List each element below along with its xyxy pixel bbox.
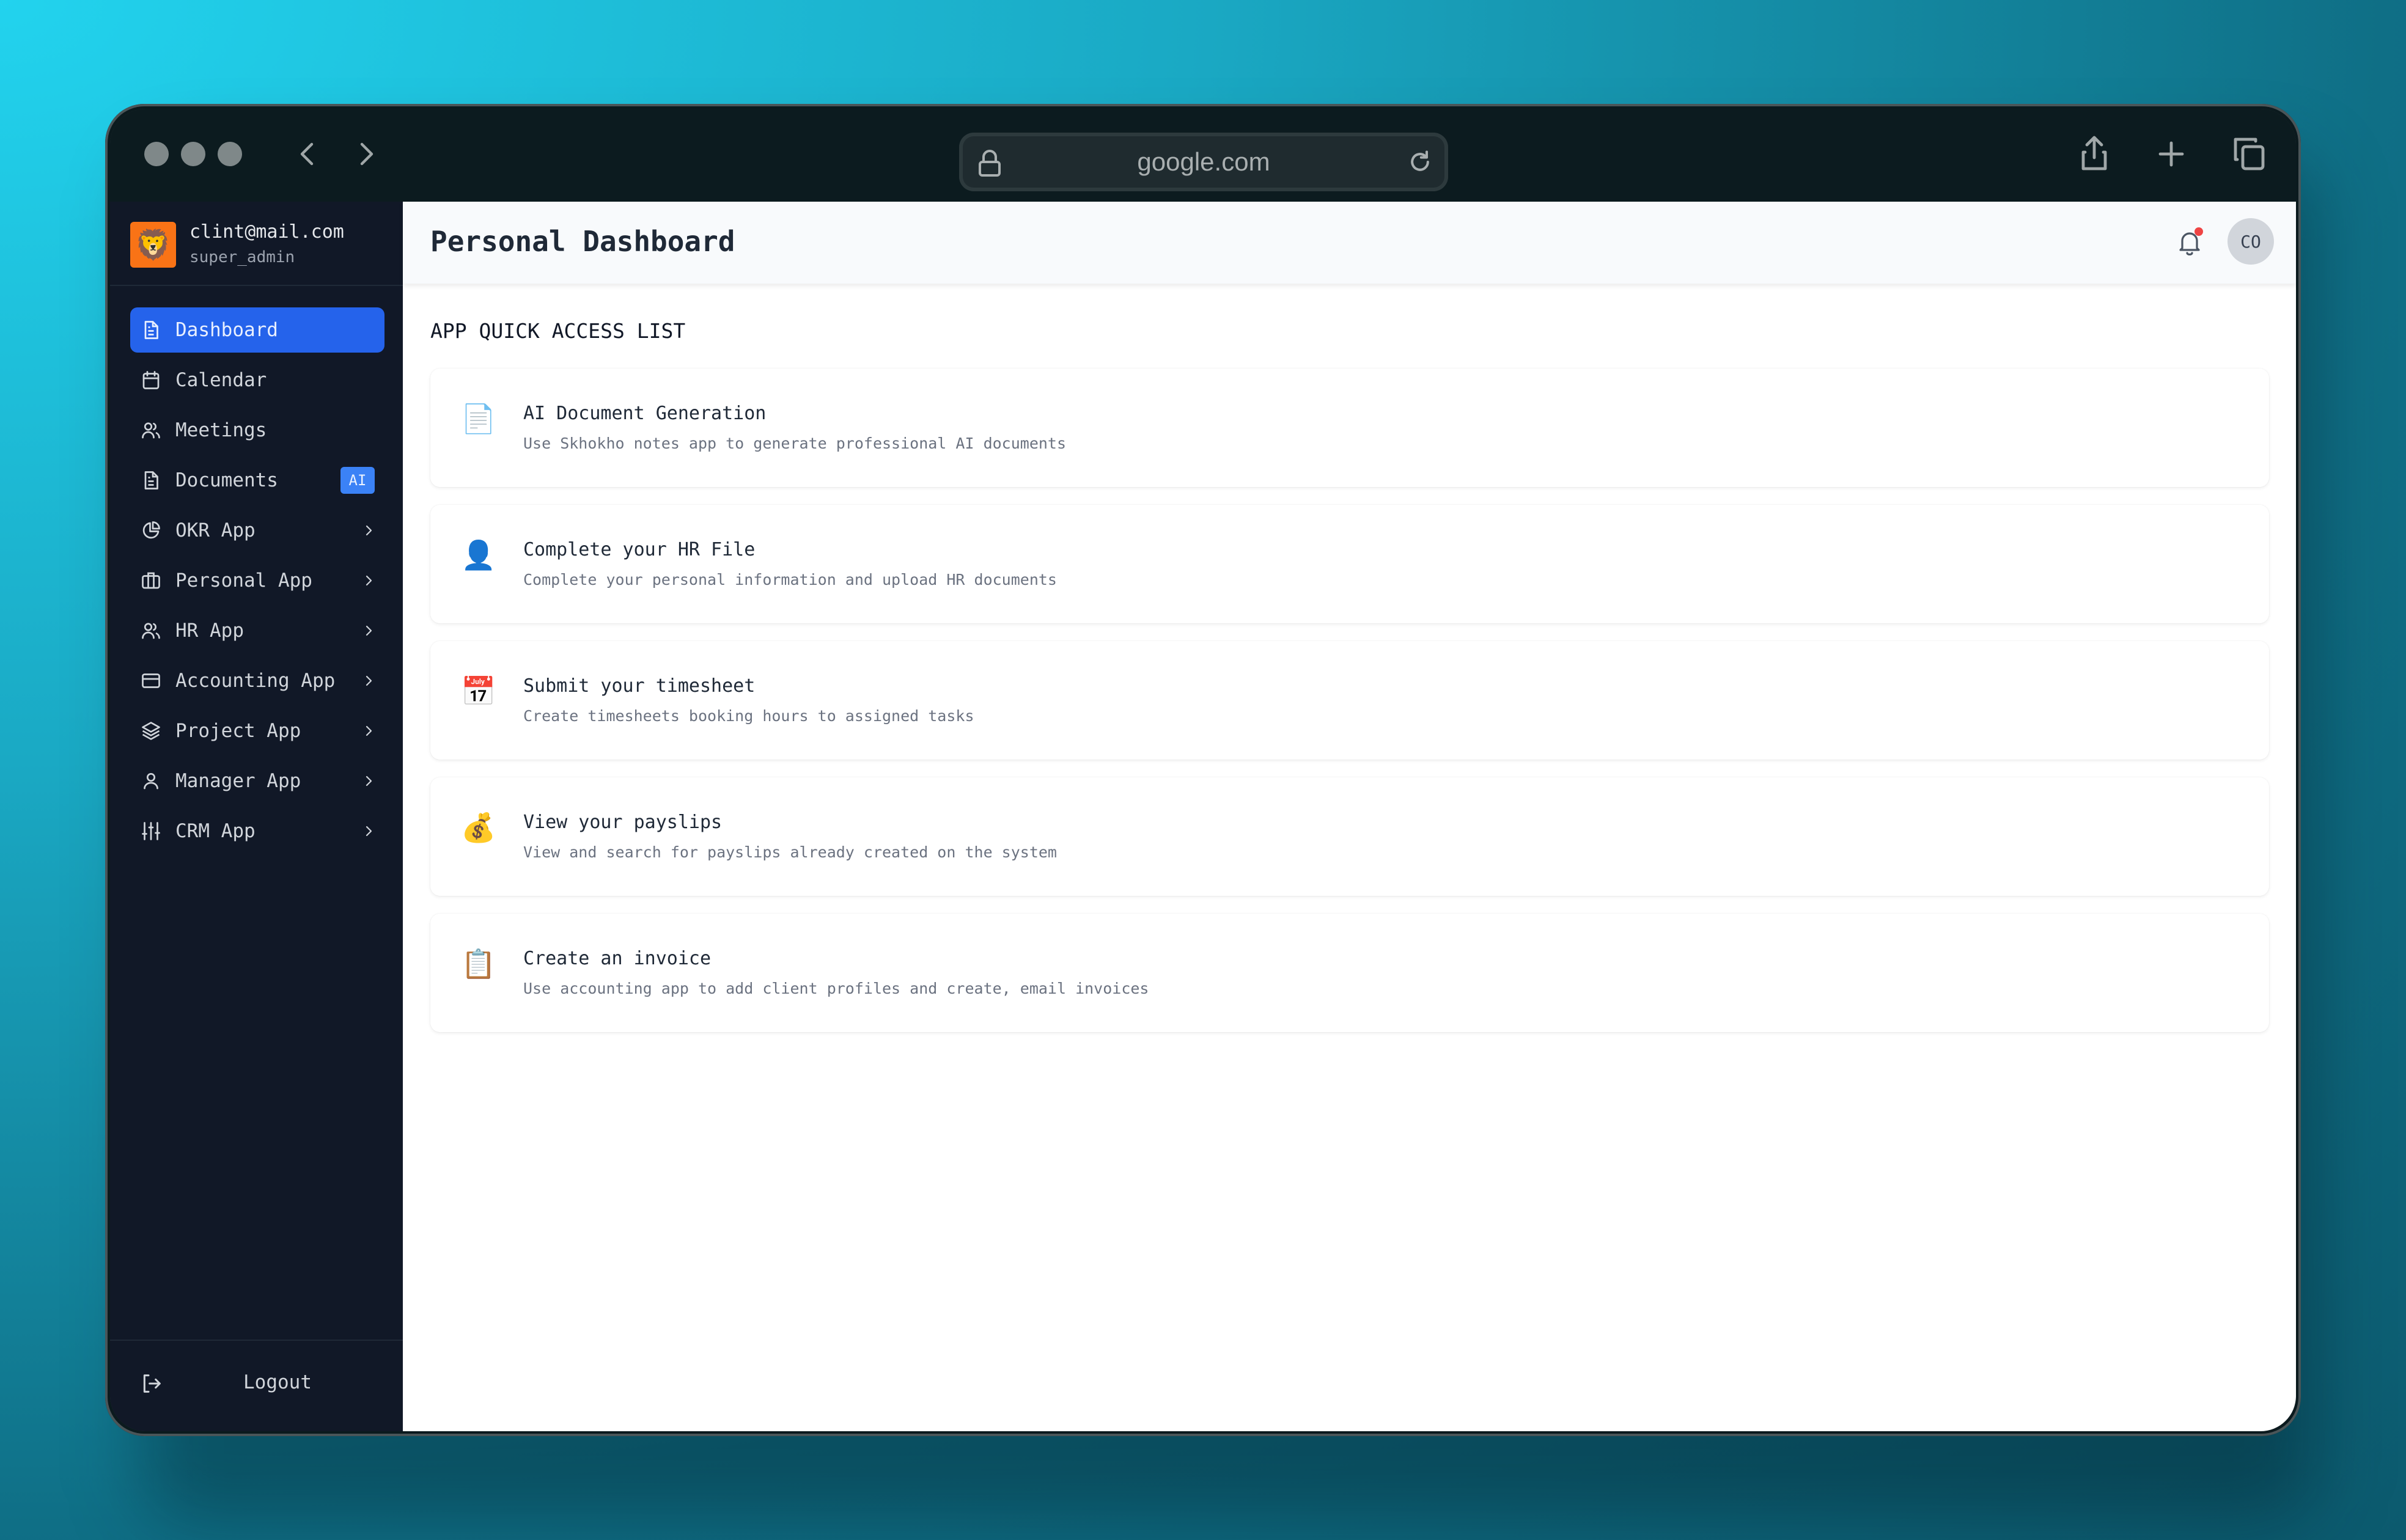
calendar-icon: 📅 (461, 675, 496, 708)
page-title: Personal Dashboard (430, 225, 735, 258)
card-title: View your payslips (523, 812, 723, 833)
quick-access-card-hr-file[interactable]: 👤 Complete your HR File Complete your pe… (430, 505, 2269, 623)
sidebar-item-meetings[interactable]: Meetings (130, 408, 384, 453)
briefcase-icon (140, 570, 162, 592)
sidebar-item-label: Accounting App (175, 670, 336, 692)
money-bag-icon: 💰 (461, 811, 496, 844)
calendar-icon (140, 369, 162, 391)
sidebar-item-label: Project App (175, 720, 301, 742)
quick-access-card-timesheet[interactable]: 📅 Submit your timesheet Create timesheet… (430, 641, 2269, 760)
card-description: View and search for payslips already cre… (523, 843, 1057, 861)
card-title: Complete your HR File (523, 539, 756, 560)
chevron-right-icon (361, 573, 376, 588)
sidebar-item-crm-app[interactable]: CRM App (130, 809, 384, 854)
sidebar: 🦁 clint@mail.com super_admin Dashboard C… (110, 202, 403, 1431)
pie-chart-icon (140, 519, 162, 541)
user-profile[interactable]: 🦁 clint@mail.com super_admin (110, 202, 403, 286)
sidebar-item-personal-app[interactable]: Personal App (130, 558, 384, 603)
sidebar-item-accounting-app[interactable]: Accounting App (130, 658, 384, 703)
reload-icon[interactable] (1407, 148, 1433, 175)
close-window-button[interactable] (144, 142, 169, 166)
sidebar-item-label: Dashboard (175, 319, 278, 341)
sidebar-item-manager-app[interactable]: Manager App (130, 758, 384, 804)
logout-label: Logout (243, 1371, 312, 1393)
tabs-icon[interactable] (2226, 132, 2270, 176)
card-description: Use accounting app to add client profile… (523, 980, 1149, 997)
sidebar-item-label: Meetings (175, 419, 267, 441)
credit-card-icon (140, 670, 162, 692)
card-title: Create an invoice (523, 948, 712, 969)
user-avatar[interactable]: CO (2228, 218, 2274, 265)
notification-dot (2194, 227, 2203, 236)
sidebar-item-label: HR App (175, 620, 244, 642)
chevron-right-icon (361, 523, 376, 538)
user-role: super_admin (189, 248, 295, 266)
logout-icon (139, 1371, 164, 1396)
lion-avatar-icon: 🦁 (130, 222, 176, 268)
sidebar-nav: Dashboard Calendar Meetings Documents AI… (130, 307, 384, 859)
user-email: clint@mail.com (189, 221, 344, 243)
browser-window-inner: google.com 🦁 clint@mail.com super_admin (110, 109, 2296, 1431)
minimize-window-button[interactable] (181, 142, 205, 166)
sidebar-item-label: Calendar (175, 369, 267, 391)
card-description: Complete your personal information and u… (523, 571, 1057, 588)
url-text[interactable]: google.com (959, 147, 1448, 177)
page-icon: 📄 (461, 402, 496, 435)
share-icon[interactable] (2072, 132, 2116, 176)
quick-access-card-invoice[interactable]: 📋 Create an invoice Use accounting app t… (430, 914, 2269, 1032)
chevron-right-icon (361, 673, 376, 688)
card-title: Submit your timesheet (523, 675, 756, 697)
browser-window: google.com 🦁 clint@mail.com super_admin (105, 104, 2301, 1436)
card-description: Create timesheets booking hours to assig… (523, 707, 974, 725)
sidebar-item-label: Documents (175, 469, 278, 491)
sidebar-item-project-app[interactable]: Project App (130, 708, 384, 754)
layers-icon (140, 720, 162, 742)
sidebar-item-okr-app[interactable]: OKR App (130, 508, 384, 553)
back-icon[interactable] (293, 139, 323, 169)
card-title: AI Document Generation (523, 403, 767, 424)
chevron-right-icon (361, 623, 376, 638)
quick-access-list: 📄 AI Document Generation Use Skhokho not… (430, 369, 2269, 1050)
chevron-right-icon (361, 724, 376, 738)
clipboard-icon: 📋 (461, 947, 496, 980)
logout-button[interactable]: Logout (110, 1340, 403, 1431)
users-icon (140, 419, 162, 441)
document-icon (140, 319, 162, 341)
sidebar-item-label: Manager App (175, 770, 301, 792)
person-silhouette-icon: 👤 (461, 538, 496, 571)
main-content: Personal Dashboard CO APP QUICK ACCESS L… (403, 202, 2296, 1431)
user-icon (140, 770, 162, 792)
sidebar-item-label: Personal App (175, 570, 312, 592)
new-tab-icon[interactable] (2149, 132, 2193, 176)
forward-icon[interactable] (351, 139, 380, 169)
quick-access-card-ai-document[interactable]: 📄 AI Document Generation Use Skhokho not… (430, 369, 2269, 487)
browser-toolbar: google.com (110, 109, 2296, 202)
users-icon (140, 620, 162, 642)
sidebar-item-label: OKR App (175, 519, 256, 541)
maximize-window-button[interactable] (218, 142, 242, 166)
section-title: APP QUICK ACCESS LIST (430, 319, 686, 343)
sliders-icon (140, 820, 162, 842)
ai-badge: AI (340, 467, 375, 494)
page-header: Personal Dashboard CO (403, 202, 2296, 284)
address-bar[interactable]: google.com (959, 133, 1448, 191)
sidebar-item-calendar[interactable]: Calendar (130, 358, 384, 403)
quick-access-card-payslips[interactable]: 💰 View your payslips View and search for… (430, 777, 2269, 896)
document-icon (140, 469, 162, 491)
sidebar-item-label: CRM App (175, 820, 256, 842)
card-description: Use Skhokho notes app to generate profes… (523, 435, 1067, 452)
sidebar-item-documents[interactable]: Documents AI (130, 458, 384, 503)
sidebar-item-dashboard[interactable]: Dashboard (130, 307, 384, 353)
chevron-right-icon (361, 774, 376, 788)
sidebar-item-hr-app[interactable]: HR App (130, 608, 384, 653)
chevron-right-icon (361, 824, 376, 838)
